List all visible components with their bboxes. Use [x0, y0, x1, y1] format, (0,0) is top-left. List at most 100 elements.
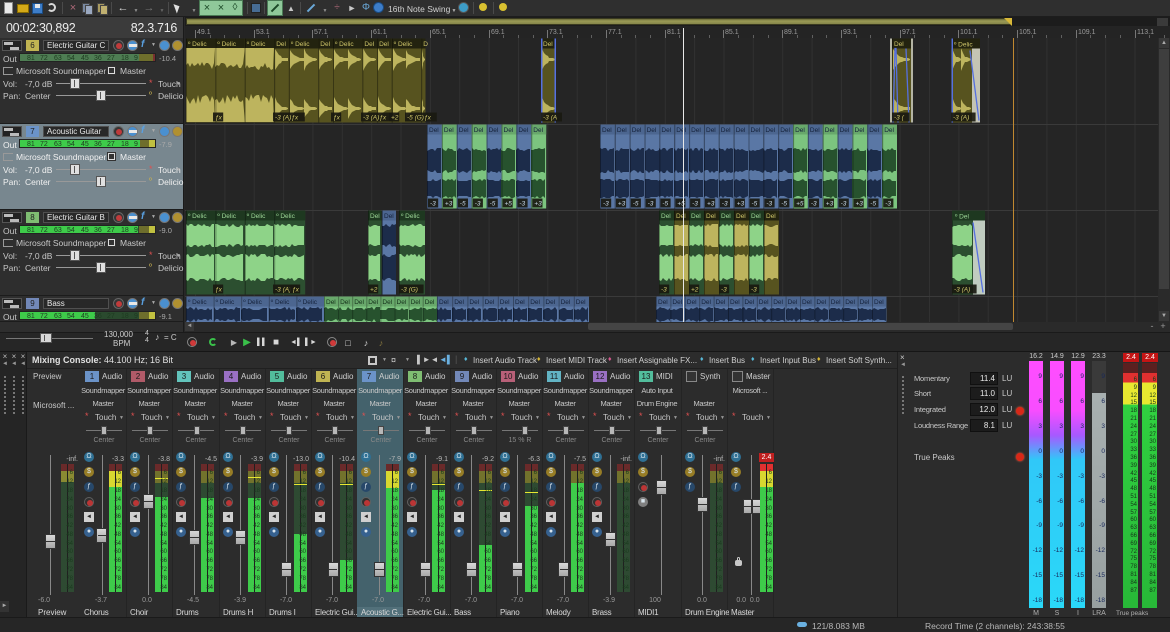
svg-text:66: 66 [765, 558, 772, 564]
svg-text:-15: -15 [1033, 572, 1043, 579]
svg-text:Del: Del [816, 299, 826, 306]
svg-text:75: 75 [1149, 556, 1156, 562]
svg-text:Del: Del [364, 41, 374, 48]
svg-text:18: 18 [715, 488, 722, 494]
svg-text:º Delic: º Delic [271, 299, 290, 306]
svg-text:18: 18 [206, 488, 213, 494]
svg-text:36: 36 [160, 514, 167, 520]
svg-text:º Delic: º Delic [401, 213, 420, 220]
svg-text:72: 72 [765, 567, 772, 573]
svg-text:84: 84 [622, 585, 629, 591]
svg-text:-18: -18 [1096, 597, 1106, 604]
svg-text:57.1: 57.1 [314, 29, 328, 36]
svg-text:Del: Del [379, 41, 389, 48]
svg-text:-3: -3 [751, 287, 757, 294]
svg-text:-3 (G): -3 (G) [401, 287, 418, 294]
svg-text:24: 24 [299, 497, 306, 503]
svg-text:81: 81 [1149, 572, 1156, 578]
svg-text:66: 66 [66, 558, 73, 564]
svg-text:6: 6 [626, 470, 630, 476]
svg-text:84: 84 [66, 585, 73, 591]
svg-text:84: 84 [345, 585, 352, 591]
svg-text:77.1: 77.1 [608, 29, 622, 36]
svg-text:12: 12 [437, 479, 444, 485]
svg-text:48: 48 [114, 532, 121, 538]
svg-text:Del: Del [469, 299, 479, 306]
svg-text:-3 (A): -3 (A) [953, 115, 969, 122]
svg-text:º Delic: º Delic [394, 41, 413, 48]
svg-text:36: 36 [1130, 455, 1137, 461]
svg-text:6: 6 [769, 470, 773, 476]
svg-text:66: 66 [160, 558, 167, 564]
svg-text:12: 12 [530, 479, 537, 485]
svg-text:Del: Del [721, 213, 731, 220]
svg-text:-3 (A): -3 (A) [275, 287, 291, 294]
svg-text:36: 36 [622, 514, 629, 520]
svg-text:54: 54 [1130, 502, 1137, 508]
svg-text:Del: Del [561, 299, 571, 306]
svg-text:48: 48 [1149, 486, 1156, 492]
svg-text:Del: Del [744, 299, 754, 306]
svg-text:Del: Del [825, 127, 835, 134]
svg-text:Del: Del [736, 127, 746, 134]
svg-text:-18: -18 [1033, 597, 1043, 604]
svg-text:48: 48 [484, 532, 491, 538]
svg-text:36: 36 [66, 514, 73, 520]
svg-text:18: 18 [253, 488, 260, 494]
svg-text:-9: -9 [1036, 522, 1042, 529]
svg-text:42: 42 [114, 523, 121, 529]
svg-text:42: 42 [484, 523, 491, 529]
svg-text:Del: Del [368, 299, 378, 306]
svg-text:39: 39 [1149, 463, 1156, 469]
svg-text:42: 42 [253, 523, 260, 529]
svg-text:60: 60 [345, 549, 352, 555]
svg-text:15: 15 [1149, 400, 1156, 406]
svg-text:21: 21 [1130, 416, 1137, 422]
svg-text:66: 66 [484, 558, 491, 564]
svg-text:-5: -5 [752, 201, 758, 208]
svg-text:6: 6 [210, 470, 214, 476]
svg-text:ƒx: ƒx [292, 287, 300, 294]
svg-text:24: 24 [484, 497, 491, 503]
svg-text:24: 24 [345, 497, 352, 503]
svg-text:9: 9 [1101, 373, 1105, 380]
svg-text:21: 21 [1149, 416, 1156, 422]
svg-text:66: 66 [299, 558, 306, 564]
svg-text:6: 6 [118, 470, 122, 476]
svg-text:75: 75 [1130, 556, 1137, 562]
svg-text:73.1: 73.1 [549, 29, 563, 36]
svg-text:48: 48 [206, 532, 213, 538]
svg-text:18: 18 [437, 488, 444, 494]
svg-text:Del: Del [397, 299, 407, 306]
svg-text:48: 48 [576, 532, 583, 538]
svg-text:Del: Del [751, 213, 761, 220]
svg-text:Del: Del [810, 127, 820, 134]
svg-text:-9: -9 [1078, 522, 1084, 529]
svg-text:63: 63 [1130, 525, 1137, 531]
svg-text:0: 0 [1038, 448, 1042, 455]
svg-text:Del: Del [869, 127, 879, 134]
svg-text:66: 66 [576, 558, 583, 564]
svg-text:-12: -12 [1033, 547, 1043, 554]
svg-text:º Delic: º Delic [243, 299, 262, 306]
svg-text:-3: -3 [722, 201, 728, 208]
svg-text:60: 60 [206, 549, 213, 555]
svg-text:º Del: º Del [955, 214, 969, 221]
svg-text:6: 6 [1101, 398, 1105, 405]
svg-text:54: 54 [484, 541, 491, 547]
svg-text:81: 81 [1130, 572, 1137, 578]
svg-text:Del: Del [382, 299, 392, 306]
svg-text:18: 18 [299, 488, 306, 494]
svg-text:+3: +3 [445, 201, 453, 208]
svg-text:60: 60 [1149, 517, 1156, 523]
svg-text:36: 36 [576, 514, 583, 520]
svg-text:18: 18 [1130, 408, 1137, 414]
svg-text:ƒx: ƒx [333, 115, 341, 122]
svg-text:66: 66 [114, 558, 121, 564]
svg-text:42: 42 [715, 523, 722, 529]
svg-text:30: 30 [391, 506, 398, 512]
svg-text:Del: Del [326, 299, 336, 306]
svg-text:84: 84 [1149, 580, 1156, 586]
svg-text:30: 30 [576, 506, 583, 512]
svg-text:ƒx: ƒx [215, 287, 223, 294]
